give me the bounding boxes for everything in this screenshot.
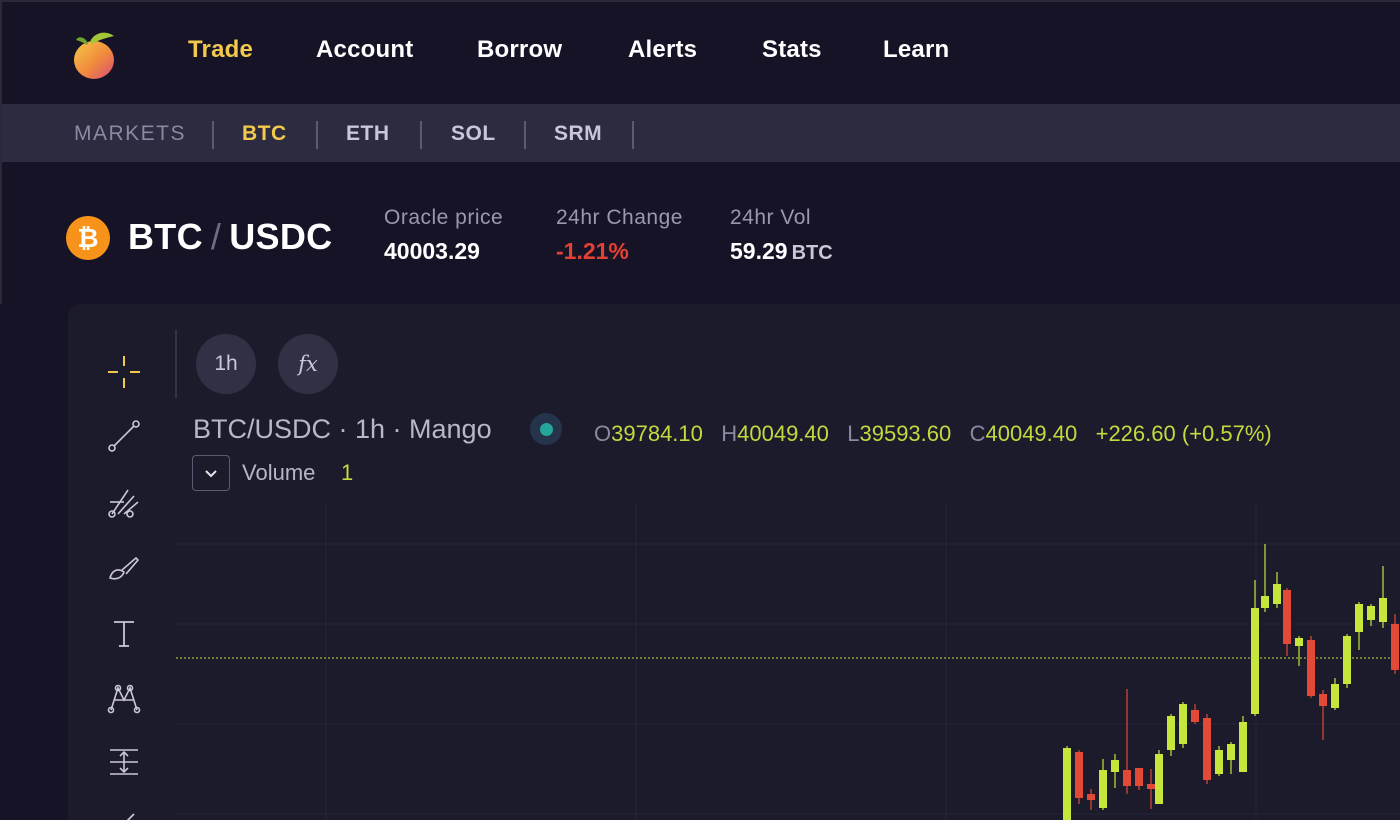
nav-trade[interactable]: Trade: [188, 36, 253, 64]
market-sol[interactable]: SOL: [451, 122, 496, 146]
market-bar: MARKETS BTC ETH SOL SRM: [0, 104, 1400, 162]
candle: [1075, 752, 1083, 798]
pair-quote: USDC: [229, 216, 333, 257]
volume-study-label: Volume: [242, 460, 316, 485]
nav-alerts[interactable]: Alerts: [628, 36, 697, 64]
change-value: -1.21%: [556, 238, 629, 264]
pattern-icon[interactable]: [104, 678, 144, 718]
candle: [1147, 784, 1155, 789]
interval-button[interactable]: 1h: [196, 334, 256, 394]
candle: [1179, 704, 1187, 744]
volume-unit: BTC: [791, 242, 833, 264]
ohlc-readout: O39784.10 H40049.40 L39593.60 C40049.40 …: [594, 421, 1272, 447]
trend-line-icon[interactable]: [104, 416, 144, 456]
market-srm[interactable]: SRM: [554, 122, 602, 146]
nav-stats[interactable]: Stats: [762, 36, 822, 64]
candle: [1355, 604, 1363, 632]
fib-icon[interactable]: [104, 482, 144, 522]
candle: [1307, 640, 1315, 696]
candle: [1239, 722, 1247, 772]
candle: [1251, 608, 1259, 714]
candle: [1261, 596, 1269, 608]
pencil-icon[interactable]: [104, 804, 144, 820]
nav-borrow[interactable]: Borrow: [477, 36, 562, 64]
volume-stat: 59.29 BTC: [730, 238, 833, 265]
candle: [1111, 760, 1119, 772]
change-label: 24hr Change: [556, 206, 683, 229]
candle: [1167, 716, 1175, 750]
top-nav: Trade Account Borrow Alerts Stats Learn: [0, 0, 1400, 104]
candle: [1319, 694, 1327, 706]
markets-label: MARKETS: [74, 122, 187, 145]
pair-title: BTC / USDC: [128, 216, 332, 258]
candles: [1063, 544, 1399, 820]
candle: [1123, 770, 1131, 786]
nav-account[interactable]: Account: [316, 36, 413, 64]
candle: [1331, 684, 1339, 708]
ohlc-open-key: O: [594, 421, 612, 446]
nav-learn[interactable]: Learn: [883, 36, 949, 64]
divider: [524, 121, 526, 149]
pair-base: BTC: [128, 216, 203, 257]
candle: [1155, 754, 1163, 804]
candle: [1273, 584, 1281, 604]
btc-coin-icon: ₿: [66, 216, 110, 260]
indicators-button[interactable]: fx: [278, 334, 338, 394]
candle: [1191, 710, 1199, 722]
market-status-indicator: [530, 413, 562, 445]
ohlc-close-key: C: [969, 421, 986, 446]
chevron-down-icon: [205, 470, 217, 478]
candle: [1379, 598, 1387, 622]
measure-icon[interactable]: [104, 742, 144, 782]
candle: [1135, 768, 1143, 786]
ohlc-open: 39784.10: [611, 421, 703, 446]
market-eth[interactable]: ETH: [346, 122, 390, 146]
volume-label: 24hr Vol: [730, 206, 812, 229]
candle: [1283, 590, 1291, 644]
ohlc-low-key: L: [847, 421, 860, 446]
brush-icon[interactable]: [104, 548, 144, 588]
ohlc-low: 39593.60: [859, 421, 952, 446]
market-btc[interactable]: BTC: [242, 122, 287, 146]
divider: [316, 121, 318, 149]
ohlc-high: 40049.40: [737, 421, 829, 446]
ohlc-high-key: H: [721, 421, 738, 446]
candle: [1063, 748, 1071, 820]
volume-value: 59.29: [730, 238, 788, 264]
candle: [1391, 624, 1399, 670]
ticker-header: ₿ BTC / USDC Oracle price 40003.29 24hr Ch…: [0, 162, 1400, 304]
candle: [1099, 770, 1107, 808]
volume-study-value: 1: [341, 460, 354, 485]
candle: [1343, 636, 1351, 684]
candle: [1295, 638, 1303, 646]
pair-separator: /: [210, 216, 222, 257]
volume-collapse-button[interactable]: [192, 455, 230, 491]
chart-legend-title: BTC/USDC · 1h · Mango: [193, 414, 492, 444]
candle: [1215, 750, 1223, 774]
divider: [212, 121, 214, 149]
mango-logo[interactable]: [72, 30, 120, 82]
candle: [1203, 718, 1211, 780]
ohlc-change: +226.60 (+0.57%): [1095, 421, 1272, 446]
chart-panel: 1h fx BTC/USDC · 1h · Mango O39784.10 H4…: [68, 304, 1400, 820]
divider: [420, 121, 422, 149]
oracle-price-label: Oracle price: [384, 206, 504, 229]
oracle-price-value: 40003.29: [384, 238, 480, 264]
candle: [1087, 794, 1095, 800]
divider: [632, 121, 634, 149]
ohlc-close: 40049.40: [985, 421, 1078, 446]
candlestick-chart[interactable]: [176, 504, 1400, 820]
crosshair-icon[interactable]: [104, 352, 144, 392]
candle: [1367, 606, 1375, 620]
toolbar-divider: [175, 330, 177, 398]
text-icon[interactable]: [104, 614, 144, 654]
candle: [1227, 744, 1235, 760]
